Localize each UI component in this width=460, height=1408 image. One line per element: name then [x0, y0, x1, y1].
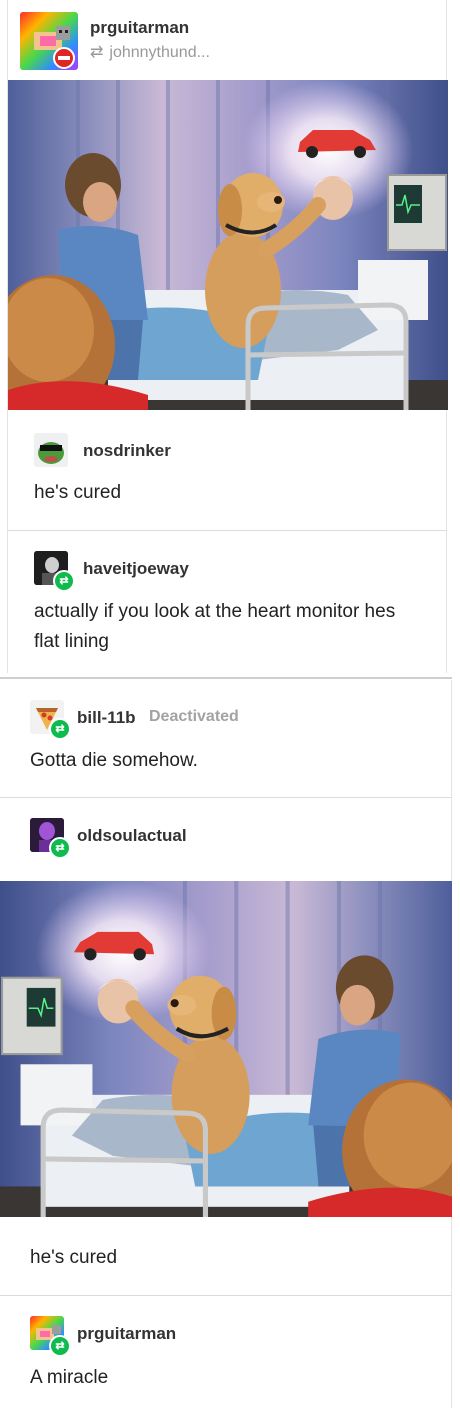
reblog-badge-icon	[49, 1335, 71, 1357]
reply-text: actually if you look at the heart monito…	[34, 601, 396, 652]
reblog-badge-icon	[49, 718, 71, 740]
reply-username[interactable]: bill-11b	[77, 708, 136, 728]
reblog-source-name: johnnythund...	[109, 44, 210, 61]
reply-photo[interactable]	[0, 881, 452, 1217]
reply-bill-11b: bill-11b Deactivated Gotta die somehow.	[0, 680, 452, 797]
reply-username[interactable]: prguitarman	[77, 1324, 176, 1344]
reply-text: Gotta die somehow.	[30, 750, 198, 771]
reply-text: A miracle	[30, 1367, 109, 1388]
reply-prguitarman: prguitarman A miracle	[0, 1296, 452, 1408]
reply-haveitjoeway: haveitjoeway actually if you look at the…	[7, 531, 447, 673]
reply-nosdrinker: nosdrinker he's cured	[7, 414, 447, 530]
reply-username[interactable]: haveitjoeway	[83, 559, 189, 579]
reply-username[interactable]: nosdrinker	[83, 441, 171, 461]
post-username[interactable]: prguitarman	[90, 18, 189, 38]
reblog-icon: ⇄	[90, 44, 104, 61]
deactivated-label: Deactivated	[149, 708, 239, 725]
reply-username[interactable]: oldsoulactual	[77, 826, 187, 846]
reblog-badge-icon	[53, 570, 75, 592]
divider	[0, 677, 452, 679]
avatar[interactable]	[34, 433, 68, 467]
reblog-source[interactable]: ⇄ johnnythund...	[90, 42, 210, 62]
frog-avatar-icon	[38, 442, 64, 464]
avatar[interactable]	[20, 12, 78, 70]
post-photo[interactable]	[8, 80, 448, 410]
pixel-cat-avatar-icon	[20, 12, 78, 70]
reblog-badge-icon	[49, 837, 71, 859]
reply-text: he's cured	[30, 1247, 118, 1268]
post-original: prguitarman ⇄ johnnythund...	[7, 0, 447, 414]
reply-oldsoulactual: oldsoulactual he's cured	[0, 798, 452, 1295]
reply-text: he's cured	[34, 482, 122, 503]
